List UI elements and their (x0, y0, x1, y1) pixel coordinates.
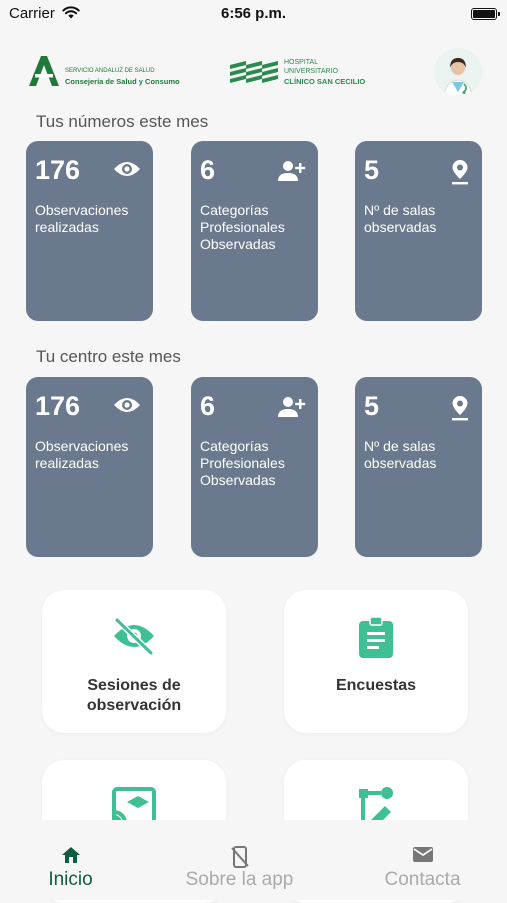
surveys-tile[interactable]: Encuestas (284, 590, 468, 733)
bottom-tab-bar: Inicio Sobre la app Contacta (0, 820, 507, 900)
stat-card-rooms[interactable]: 5 Nº de salas observadas (355, 141, 482, 321)
home-icon (0, 846, 155, 864)
phone-off-icon (155, 846, 324, 868)
tab-label: Inicio (48, 869, 93, 890)
tab-label: Sobre la app (185, 869, 294, 890)
eye-icon (111, 159, 141, 183)
stat-value: 176 (35, 391, 81, 421)
stat-value: 6 (200, 155, 216, 185)
tab-inicio[interactable]: Inicio (0, 820, 155, 900)
person-add-icon (276, 395, 306, 419)
logo-sas-text: SERVICIO ANDALUZ DE SALUD (65, 68, 155, 74)
stat-label: Observaciones realizadas (35, 202, 129, 235)
stat-label: Categorías Profesionales Observadas (200, 438, 285, 488)
logo-consejeria-text: Consejería de Salud y Consumo (65, 77, 180, 86)
logo-hospital-line3: CLÍNICO SAN CECILIO (284, 77, 366, 86)
observation-sessions-tile[interactable]: Sesiones de observación (42, 590, 226, 733)
stat-value: 5 (364, 155, 380, 185)
person-add-icon (276, 159, 306, 183)
stat-value: 5 (364, 391, 380, 421)
battery-icon (471, 8, 500, 20)
stat-label: Categorías Profesionales Observadas (200, 202, 285, 252)
stat-card-rooms[interactable]: 5 Nº de salas observadas (355, 377, 482, 557)
hospital-logo: HOSPITAL UNIVERSITARIO CLÍNICO SAN CECIL… (228, 54, 388, 94)
stat-label: Nº de salas observadas (364, 438, 437, 471)
status-bar: Carrier 6:56 p.m. (0, 0, 507, 30)
stat-card-categories[interactable]: 6 Categorías Profesionales Observadas (191, 141, 318, 321)
mail-icon (338, 846, 507, 863)
eye-icon (111, 395, 141, 419)
location-pin-icon (440, 395, 470, 421)
tab-label: Contacta (384, 869, 461, 890)
stat-value: 176 (35, 155, 81, 185)
clock-label: 6:56 p.m. (220, 5, 287, 22)
logo-hospital-line1: HOSPITAL (284, 59, 319, 66)
junta-andalucia-logo: SERVICIO ANDALUZ DE SALUD Consejería de … (26, 54, 186, 94)
stat-card-categories[interactable]: 6 Categorías Profesionales Observadas (191, 377, 318, 557)
doctor-avatar[interactable] (434, 48, 482, 96)
stat-card-observations[interactable]: 176 Observaciones realizadas (26, 377, 153, 557)
header: SERVICIO ANDALUZ DE SALUD Consejería de … (0, 44, 507, 104)
stat-label: Nº de salas observadas (364, 202, 437, 235)
my-numbers-title: Tus números este mes (36, 112, 209, 131)
tile-label: Sesiones de observación (86, 677, 182, 714)
logo-hospital-line2: UNIVERSITARIO (284, 68, 338, 75)
center-numbers-title: Tu centro este mes (36, 347, 181, 366)
tab-contacta[interactable]: Contacta (338, 820, 507, 900)
tab-sobre-la-app[interactable]: Sobre la app (155, 820, 324, 900)
stat-card-observations[interactable]: 176 Observaciones realizadas (26, 141, 153, 321)
stat-value: 6 (200, 391, 216, 421)
tile-label: Encuestas (335, 677, 417, 694)
eye-off-icon (42, 616, 226, 656)
stat-label: Observaciones realizadas (35, 438, 129, 471)
location-pin-icon (440, 159, 470, 185)
clipboard-icon (284, 616, 468, 660)
